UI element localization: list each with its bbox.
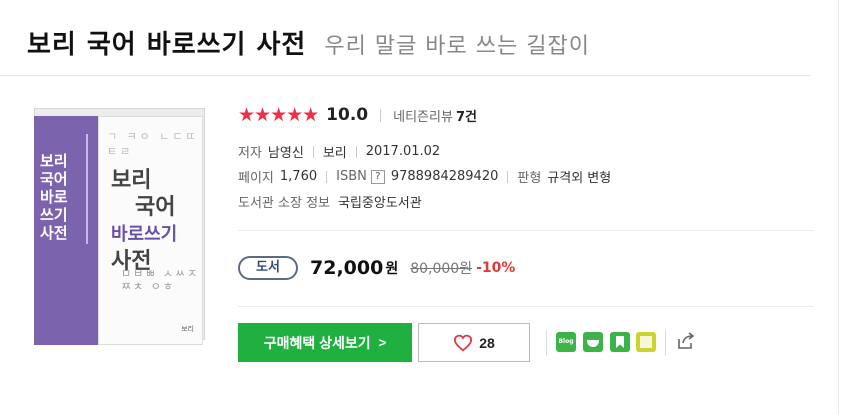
blog-icon[interactable]: Blog xyxy=(556,332,576,352)
cover-publisher-mark: 보리 xyxy=(181,325,194,333)
divider xyxy=(326,170,328,183)
like-count: 28 xyxy=(479,334,495,351)
library-label: 도서관 소장 정보 xyxy=(238,196,330,211)
divider xyxy=(665,330,666,356)
pages-label: 페이지 xyxy=(238,171,274,186)
rating-score: 10.0 xyxy=(326,105,369,125)
format-label: 판형 xyxy=(517,171,542,186)
divider xyxy=(546,330,547,356)
pages-value: 1,760 xyxy=(279,169,318,184)
book-cover-image[interactable]: 보리 국어 바로쓰기 사전 ㄱ ㅋㅇ ㄴㄷㄸㅌㄹ 보리 국어 바로쓰기 사전 ㅁ… xyxy=(30,108,205,345)
isbn-help-icon[interactable]: ? xyxy=(370,169,385,184)
page-header: 보리 국어 바로쓰기 사전 우리 말글 바로 쓰는 길잡이 xyxy=(27,24,590,61)
divider xyxy=(355,145,357,158)
author-link[interactable]: 남영신 xyxy=(268,142,304,161)
divider xyxy=(312,145,314,158)
price-row: 도서 72,000 원 80,000원 -10% xyxy=(238,256,515,280)
author-row: 저자 남영신 보리 2017.01.02 xyxy=(238,142,440,161)
cover-title-line-1: 보리 xyxy=(111,168,152,193)
library-link[interactable]: 국립중앙도서관 xyxy=(338,192,422,211)
section-divider xyxy=(238,230,814,231)
original-price: 80,000원 xyxy=(410,261,473,277)
page-isbn-row: 페이지 1,760 ISBN ? 9788984289420 판형 규격외 변형 xyxy=(238,167,611,186)
like-button[interactable]: 28 xyxy=(418,323,530,362)
cover-title-line-2: 국어 xyxy=(135,195,176,220)
cafe-icon[interactable] xyxy=(583,332,603,352)
share-icon[interactable] xyxy=(676,331,696,351)
currency-label: 원 xyxy=(385,261,399,277)
right-border xyxy=(838,0,839,415)
author-label: 저자 xyxy=(238,146,262,161)
library-row: 도서관 소장 정보 국립중앙도서관 xyxy=(238,192,422,211)
book-type-badge: 도서 xyxy=(238,256,298,280)
cover-front: ㄱ ㅋㅇ ㄴㄷㄸㅌㄹ 보리 국어 바로쓰기 사전 ㅁㅂㅃ ㅅㅆㅈㅉㅊ ㅇㅎ 보리 xyxy=(98,116,203,345)
memo-icon[interactable] xyxy=(636,332,656,352)
publisher-link[interactable]: 보리 xyxy=(323,142,347,161)
review-label[interactable]: 네티즌리뷰 xyxy=(393,106,453,125)
cover-consonants-bottom: ㅁㅂㅃ ㅅㅆㅈㅉㅊ ㅇㅎ xyxy=(121,267,200,293)
rating-row: ★★★★★ 10.0 네티즌리뷰 7건 xyxy=(238,104,477,126)
isbn-value: 9788984289420 xyxy=(390,169,499,184)
format-value: 규격외 변형 xyxy=(547,171,612,186)
heart-icon xyxy=(454,334,473,352)
discount-rate: -10% xyxy=(476,260,516,276)
chevron-right-icon: > xyxy=(378,335,387,350)
page-title: 보리 국어 바로쓰기 사전 xyxy=(27,30,307,60)
publish-date: 2017.01.02 xyxy=(365,144,441,159)
divider xyxy=(380,108,382,122)
review-count[interactable]: 7건 xyxy=(456,106,477,125)
bookmark-icon[interactable] xyxy=(610,332,630,352)
cover-title-line-3: 바로쓰기 xyxy=(111,224,178,245)
section-divider xyxy=(238,306,814,307)
spine-title: 보리 국어 바로쓰기 사전 xyxy=(40,152,68,242)
cover-consonants-top: ㄱ ㅋㅇ ㄴㄷㄸㅌㄹ xyxy=(107,130,199,158)
cover-spine: 보리 국어 바로쓰기 사전 xyxy=(34,116,98,345)
header-divider xyxy=(0,75,810,76)
sale-price: 72,000 xyxy=(310,257,384,279)
isbn-label: ISBN xyxy=(336,169,367,184)
purchase-benefits-button[interactable]: 구매혜택 상세보기 > xyxy=(238,323,412,362)
cover-title: 보리 국어 바로쓰기 사전 xyxy=(111,167,177,275)
purchase-benefits-label: 구매혜택 상세보기 xyxy=(263,334,371,351)
divider xyxy=(507,170,509,183)
star-rating-icon: ★★★★★ xyxy=(238,104,319,126)
spine-bar xyxy=(86,134,88,244)
page-subtitle: 우리 말글 바로 쓰는 길잡이 xyxy=(324,34,590,59)
